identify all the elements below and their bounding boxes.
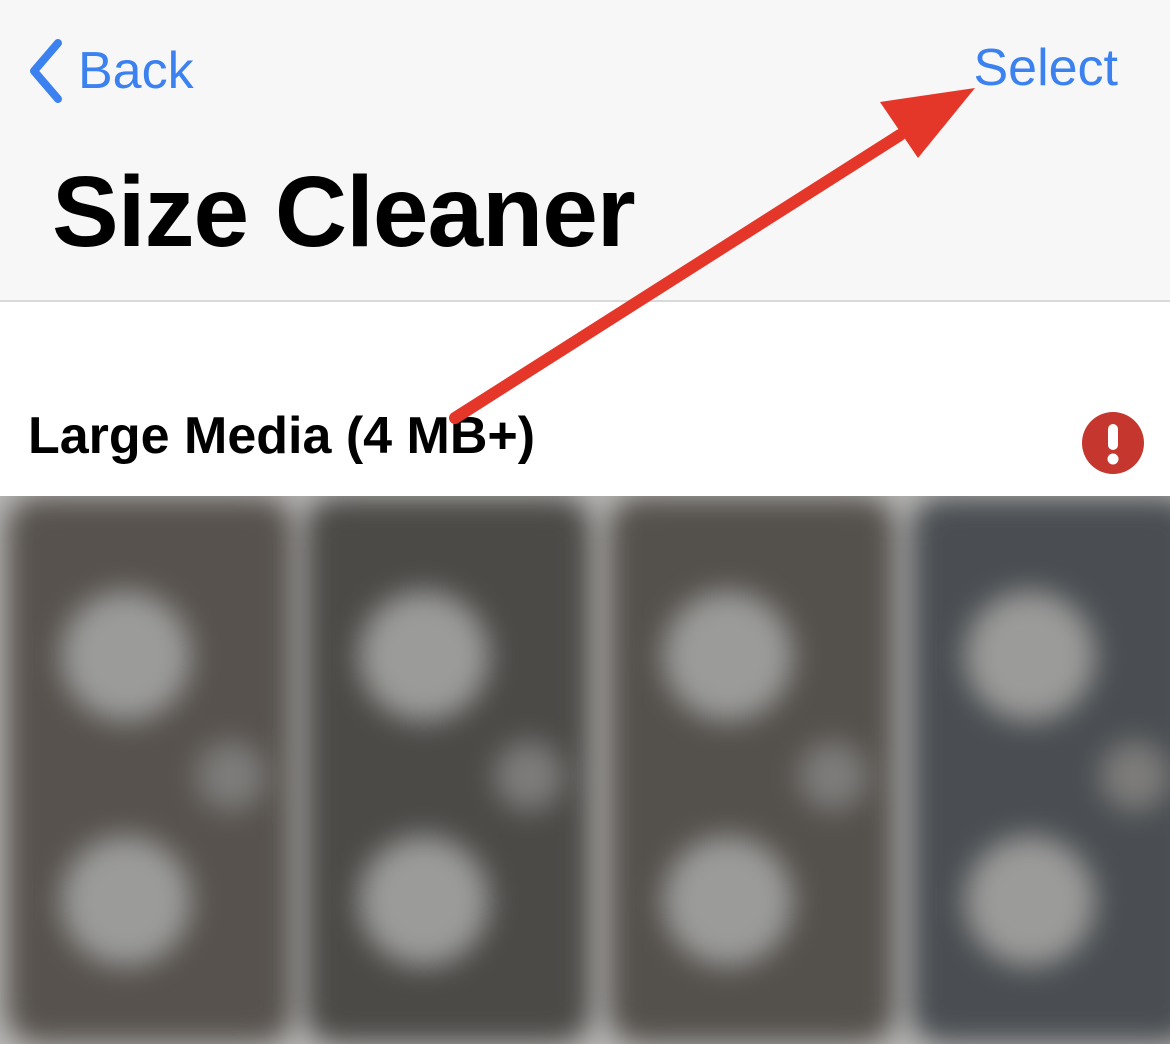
thumbnail-blur-shape — [965, 591, 1095, 721]
thumbnail-blur-shape — [663, 591, 793, 721]
media-grid — [0, 496, 1170, 1044]
screen: Back Select Size Cleaner Large Media (4 … — [0, 0, 1170, 1044]
section-title: Large Media (4 MB+) — [28, 407, 536, 465]
page-title: Size Cleaner — [52, 156, 636, 268]
thumbnail-blur-shape — [965, 836, 1095, 966]
navigation-bar: Back Select Size Cleaner — [0, 0, 1170, 302]
back-button[interactable]: Back — [26, 36, 194, 106]
chevron-left-icon — [30, 39, 62, 103]
media-thumbnail[interactable] — [304, 496, 592, 1044]
select-button[interactable]: Select — [973, 42, 1118, 94]
media-thumbnail[interactable] — [6, 496, 294, 1044]
thumbnail-blur-shape — [494, 741, 564, 811]
thumbnail-blur-shape — [196, 741, 266, 811]
thumbnail-blur-shape — [61, 836, 191, 966]
thumbnail-blur-shape — [359, 836, 489, 966]
media-thumbnail[interactable] — [910, 496, 1170, 1044]
thumbnail-blur-shape — [663, 836, 793, 966]
thumbnail-blur-shape — [798, 741, 868, 811]
back-label: Back — [78, 42, 194, 100]
thumbnail-blur-shape — [61, 591, 191, 721]
thumbnail-blur-shape — [359, 591, 489, 721]
media-thumbnail[interactable] — [608, 496, 896, 1044]
exclamation-circle-icon[interactable] — [1082, 412, 1144, 474]
section-header: Large Media (4 MB+) — [0, 302, 1170, 496]
thumbnail-blur-shape — [1100, 741, 1170, 811]
